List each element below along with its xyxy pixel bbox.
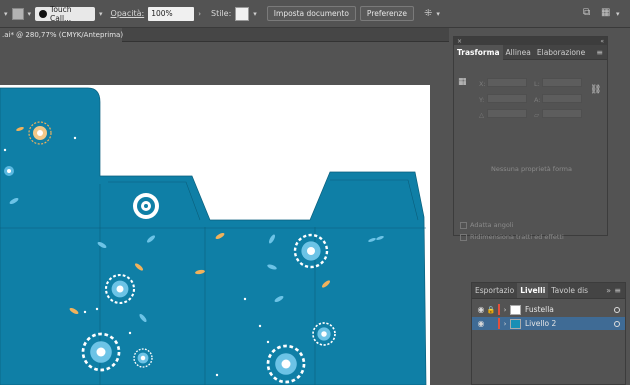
brush-dot-icon <box>39 9 48 18</box>
eye-icon[interactable]: ◉ <box>476 319 486 328</box>
layer-row-fustella[interactable]: ◉ 🔒 › Fustella <box>472 303 625 316</box>
opacity-input[interactable]: 100% <box>148 6 195 21</box>
grid-icon[interactable]: ▦ <box>601 7 610 18</box>
tab-esportazione[interactable]: Esportazio <box>472 283 517 298</box>
tab-allinea[interactable]: Allinea <box>503 45 534 60</box>
scale-corners-label: Adatta angoli <box>470 221 514 229</box>
chevron-down-icon[interactable]: ▾ <box>28 10 32 18</box>
style-swatch[interactable] <box>235 6 250 21</box>
y-field <box>487 94 527 103</box>
chevron-right-icon[interactable]: › <box>500 320 510 328</box>
decoration-flower <box>133 193 159 219</box>
tab-elaborazione[interactable]: Elaborazione <box>534 45 588 60</box>
x-label: X: <box>479 80 486 88</box>
layer-row-livello-2[interactable]: ◉ › Livello 2 <box>472 317 625 330</box>
scale-strokes-checkbox[interactable] <box>460 233 467 241</box>
arrange-icon[interactable]: ⧉ <box>583 7 590 18</box>
collapse-icon[interactable]: × <box>457 38 462 45</box>
scale-strokes-option[interactable]: Ridimensiona tratti ed effetti <box>460 233 564 241</box>
w-label: L: <box>534 80 540 88</box>
rotate-icon: △ <box>479 111 484 119</box>
transform-tab-row: Trasforma Allinea Elaborazione ≡ <box>454 44 607 60</box>
expand-icon[interactable]: « <box>600 38 604 45</box>
tab-livelli[interactable]: Livelli <box>517 283 549 298</box>
layers-panel: Esportazio Livelli Tavole dis » ≡ ◉ 🔒 › … <box>471 282 626 385</box>
chevron-down-icon[interactable]: ▾ <box>4 10 8 18</box>
layer-thumbnail <box>510 304 521 315</box>
preferences-button[interactable]: Preferenze <box>359 6 414 21</box>
chevron-right-icon[interactable]: › <box>198 10 201 18</box>
canvas[interactable] <box>0 42 450 385</box>
shear-icon: ▱ <box>534 111 539 119</box>
w-field <box>542 78 582 87</box>
h-label: A: <box>534 96 541 104</box>
chevron-down-icon[interactable]: ▾ <box>253 10 257 18</box>
scale-corners-option[interactable]: Adatta angoli <box>460 221 513 229</box>
scale-strokes-label: Ridimensiona tratti ed effetti <box>470 233 564 241</box>
right-dock: × « Trasforma Allinea Elaborazione ≡ ▦ X… <box>449 28 630 385</box>
rotate-field <box>487 109 527 118</box>
y-label: Y: <box>479 96 485 104</box>
tab-trasforma[interactable]: Trasforma <box>454 44 503 60</box>
layers-tab-row: Esportazio Livelli Tavole dis » ≡ <box>472 283 625 299</box>
eye-icon[interactable]: ◉ <box>476 305 486 314</box>
style-label: Stile: <box>211 9 232 18</box>
brush-name: Touch Call... <box>50 4 72 23</box>
shear-field <box>542 109 582 118</box>
x-field <box>487 78 527 87</box>
transform-panel: × « Trasforma Allinea Elaborazione ≡ ▦ X… <box>453 36 608 241</box>
tab-tavole[interactable]: Tavole dis <box>548 283 591 298</box>
document-tab-bar: .ai* @ 280,77% (CMYK/Anteprima) <box>0 28 450 42</box>
target-icon[interactable] <box>614 320 620 327</box>
document-tab[interactable]: .ai* @ 280,77% (CMYK/Anteprima) <box>0 28 123 42</box>
reference-point-icon[interactable]: ▦ <box>458 77 467 87</box>
control-bar: ▾ ▾ Touch Call... ▾ Opacità: 100% › Stil… <box>0 0 630 28</box>
constrain-icon[interactable]: ⛓ <box>590 85 601 95</box>
h-field <box>542 94 582 103</box>
chevron-right-icon[interactable]: › <box>500 306 510 314</box>
target-icon[interactable] <box>614 306 620 313</box>
panel-menu-icon[interactable]: ≡ <box>614 283 621 298</box>
illustrator-window: ▾ ▾ Touch Call... ▾ Opacità: 100% › Stil… <box>0 0 630 385</box>
brush-select[interactable]: Touch Call... <box>35 4 96 23</box>
layer-name[interactable]: Fustella <box>525 305 554 314</box>
chevron-down-icon[interactable]: ▾ <box>616 10 620 18</box>
scale-corners-checkbox[interactable] <box>460 221 467 229</box>
puppet-warp-icon[interactable]: ⁜ <box>424 8 432 19</box>
document-setup-button[interactable]: Imposta documento <box>266 6 356 21</box>
expand-panels-icon[interactable]: » <box>606 283 611 298</box>
no-shape-properties-message: Nessuna proprietà forma <box>491 165 572 173</box>
opacity-label[interactable]: Opacità: <box>111 9 145 18</box>
layer-thumbnail <box>510 318 521 329</box>
panel-menu-icon[interactable]: ≡ <box>596 45 603 60</box>
layer-name[interactable]: Livello 2 <box>525 319 556 328</box>
chevron-down-icon[interactable]: ▾ <box>99 10 103 18</box>
decoration-flower <box>4 166 14 176</box>
lock-icon[interactable]: 🔒 <box>486 306 496 314</box>
stroke-swatch-icon[interactable] <box>11 7 24 20</box>
chevron-down-icon[interactable]: ▾ <box>436 10 440 18</box>
